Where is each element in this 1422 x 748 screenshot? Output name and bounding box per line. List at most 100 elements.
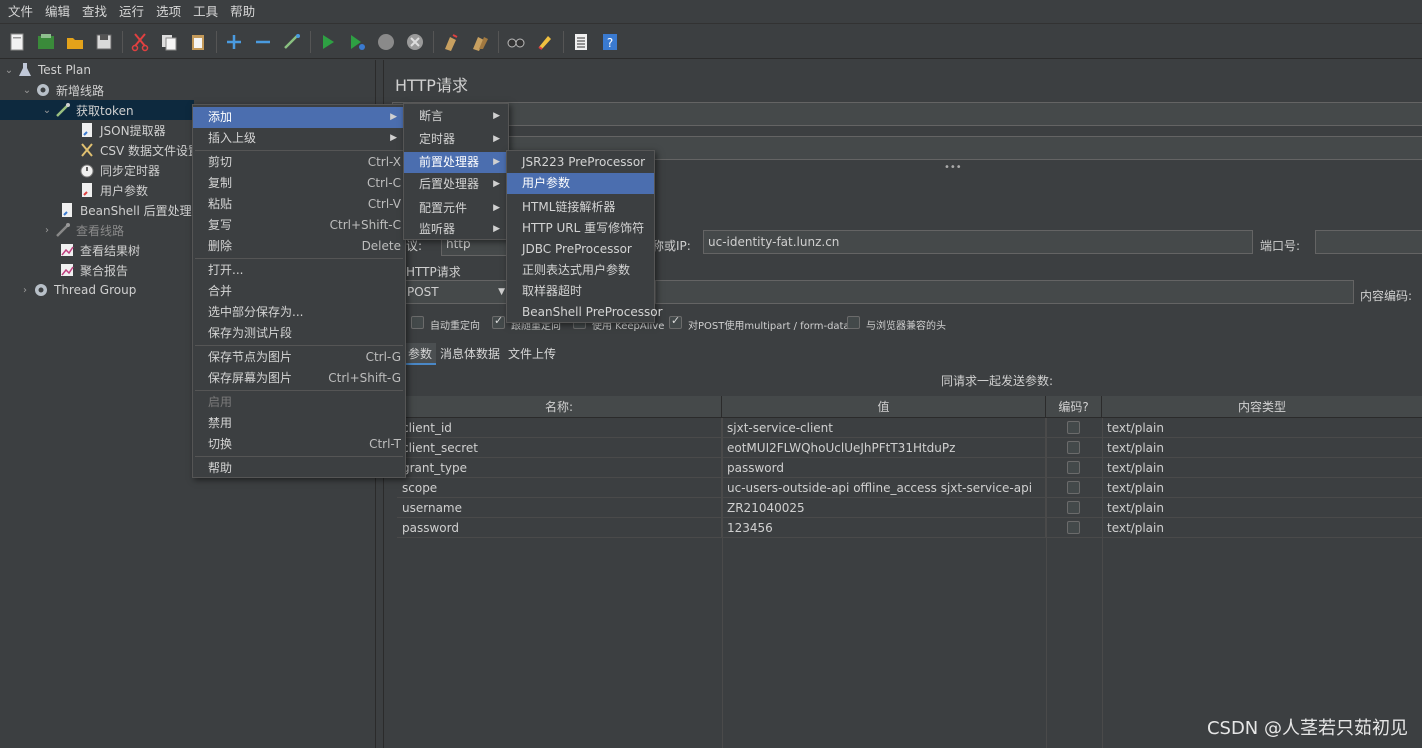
menu-item-disable[interactable]: 禁用 <box>193 413 405 434</box>
submenu-item-regex-user-params[interactable]: 正则表达式用户参数 <box>507 260 654 281</box>
submenu-item-jsr223[interactable]: JSR223 PreProcessor <box>507 152 654 173</box>
param-content-type[interactable]: text/plain <box>1102 458 1422 478</box>
function-helper-icon[interactable] <box>570 31 592 53</box>
menu-edit[interactable]: 编辑 <box>39 0 76 24</box>
start-icon[interactable] <box>317 31 339 53</box>
param-name[interactable]: username <box>397 498 722 518</box>
search-icon[interactable] <box>505 31 527 53</box>
table-row[interactable]: client_secret eotMUI2FLWQhoUclUeJhPFtT31… <box>397 438 1422 458</box>
tree-node-csv-config[interactable]: CSV 数据文件设置 <box>78 140 200 160</box>
submenu-item-beanshell[interactable]: BeanShell PreProcessor <box>507 302 663 323</box>
param-value[interactable]: uc-users-outside-api offline_access sjxt… <box>722 478 1046 498</box>
copy-icon[interactable] <box>158 31 180 53</box>
tree-node-view-route[interactable]: › 查看线路 <box>40 220 124 240</box>
param-name[interactable]: client_id <box>397 418 722 438</box>
tab-file-upload[interactable]: 文件上传 <box>504 343 560 365</box>
menu-item-duplicate[interactable]: 复写 Ctrl+Shift-C <box>193 215 405 236</box>
splitter-handle[interactable]: ••• <box>944 162 962 173</box>
submenu-item-timers[interactable]: 定时器 ▶ <box>404 129 508 150</box>
menu-tools[interactable]: 工具 <box>187 0 224 24</box>
submenu-item-config-elements[interactable]: 配置元件 ▶ <box>404 198 508 219</box>
table-row[interactable]: scope uc-users-outside-api offline_acces… <box>397 478 1422 498</box>
tree-node-json-extractor[interactable]: JSON提取器 <box>78 120 166 140</box>
menu-item-toggle[interactable]: 切换 Ctrl-T <box>193 434 405 455</box>
tree-node-selected-sampler[interactable]: ⌄ 获取token <box>0 100 194 120</box>
param-value[interactable]: 123456 <box>722 518 1046 538</box>
menu-item-open[interactable]: 打开... <box>193 260 405 281</box>
table-row[interactable]: password 123456 text/plain <box>397 518 1422 538</box>
submenu-item-preprocessors[interactable]: 前置处理器 ▶ <box>404 152 508 173</box>
name-field[interactable] <box>392 102 1422 126</box>
tree-node-sync-timer[interactable]: 同步定时器 <box>78 160 160 180</box>
tree-node-thread-group-2[interactable]: › Thread Group <box>18 280 136 300</box>
new-icon[interactable] <box>6 31 28 53</box>
submenu-item-html-link-parser[interactable]: HTML链接解析器 <box>507 197 654 218</box>
param-value[interactable]: eotMUI2FLWQhoUclUeJhPFtT31HtduPz <box>722 438 1046 458</box>
menu-item-copy[interactable]: 复制 Ctrl-C <box>193 173 405 194</box>
encode-checkbox[interactable] <box>1067 521 1080 534</box>
submenu-item-postprocessors[interactable]: 后置处理器 ▶ <box>404 174 508 195</box>
param-name[interactable]: scope <box>397 478 722 498</box>
menu-item-add[interactable]: 添加 ▶ <box>193 107 405 128</box>
method-select[interactable]: POST ▼ <box>402 280 510 304</box>
paste-icon[interactable] <box>187 31 209 53</box>
menu-search[interactable]: 查找 <box>76 0 113 24</box>
param-name[interactable]: grant_type <box>397 458 722 478</box>
param-content-type[interactable]: text/plain <box>1102 518 1422 538</box>
expand-icon[interactable] <box>223 31 245 53</box>
submenu-item-listeners[interactable]: 监听器 ▶ <box>404 219 508 240</box>
port-input[interactable] <box>1315 230 1422 254</box>
save-icon[interactable] <box>93 31 115 53</box>
param-name[interactable]: password <box>397 518 722 538</box>
encode-checkbox[interactable] <box>1067 441 1080 454</box>
stop-icon[interactable] <box>375 31 397 53</box>
menu-item-cut[interactable]: 剪切 Ctrl-X <box>193 152 405 173</box>
chevron-down-icon[interactable]: ⌄ <box>20 85 34 96</box>
column-header-name[interactable]: 名称: <box>397 396 722 418</box>
submenu-item-jdbc[interactable]: JDBC PreProcessor <box>507 239 654 260</box>
tree-node-test-plan[interactable]: ⌄ Test Plan <box>2 60 91 80</box>
menu-item-save-node-image[interactable]: 保存节点为图片 Ctrl-G <box>193 347 405 368</box>
tree-node-thread-group[interactable]: ⌄ 新增线路 <box>20 80 104 100</box>
param-content-type[interactable]: text/plain <box>1102 418 1422 438</box>
tab-body-data[interactable]: 消息体数据 <box>436 343 504 365</box>
param-name[interactable]: client_secret <box>397 438 722 458</box>
encode-checkbox[interactable] <box>1067 481 1080 494</box>
column-header-encode[interactable]: 编码? <box>1046 396 1102 418</box>
path-input[interactable] <box>655 280 1354 304</box>
menu-item-insert-parent[interactable]: 插入上级 ▶ <box>193 128 405 149</box>
menu-help[interactable]: 帮助 <box>224 0 261 24</box>
tab-parameters[interactable]: 参数 <box>404 343 437 365</box>
menu-item-save-screen-image[interactable]: 保存屏幕为图片 Ctrl+Shift-G <box>193 368 405 389</box>
checkbox-multipart[interactable] <box>669 314 682 329</box>
checkbox-follow-redirect[interactable] <box>492 314 505 329</box>
submenu-item-user-params[interactable]: 用户参数 <box>507 173 654 194</box>
column-header-content-type[interactable]: 内容类型 <box>1102 396 1422 418</box>
encode-checkbox[interactable] <box>1067 501 1080 514</box>
menu-item-paste[interactable]: 粘贴 Ctrl-V <box>193 194 405 215</box>
submenu-item-assertions[interactable]: 断言 ▶ <box>404 106 508 127</box>
param-content-type[interactable]: text/plain <box>1102 498 1422 518</box>
server-input[interactable]: uc-identity-fat.lunz.cn <box>703 230 1253 254</box>
clear-all-icon[interactable] <box>469 31 491 53</box>
menu-item-save-selection[interactable]: 选中部分保存为... <box>193 302 405 323</box>
start-no-pause-icon[interactable] <box>346 31 368 53</box>
submenu-item-url-rewriter[interactable]: HTTP URL 重写修饰符 <box>507 218 654 239</box>
checkbox-browser-headers[interactable] <box>847 316 860 329</box>
param-value[interactable]: password <box>722 458 1046 478</box>
table-row[interactable]: client_id sjxt-service-client text/plain <box>397 418 1422 438</box>
chevron-right-icon[interactable]: › <box>18 285 32 296</box>
tree-node-aggregate-report[interactable]: 聚合报告 <box>58 260 128 280</box>
menu-item-help[interactable]: 帮助 <box>193 458 405 479</box>
column-header-value[interactable]: 值 <box>722 396 1046 418</box>
param-content-type[interactable]: text/plain <box>1102 478 1422 498</box>
tree-node-results-tree[interactable]: 查看结果树 <box>58 240 140 260</box>
checkbox-auto-redirect[interactable] <box>411 316 424 329</box>
clear-icon[interactable] <box>440 31 462 53</box>
reset-search-icon[interactable] <box>534 31 556 53</box>
open-icon[interactable] <box>64 31 86 53</box>
menu-item-merge[interactable]: 合并 <box>193 281 405 302</box>
shutdown-icon[interactable] <box>404 31 426 53</box>
chevron-right-icon[interactable]: › <box>40 225 54 236</box>
collapse-icon[interactable] <box>252 31 274 53</box>
